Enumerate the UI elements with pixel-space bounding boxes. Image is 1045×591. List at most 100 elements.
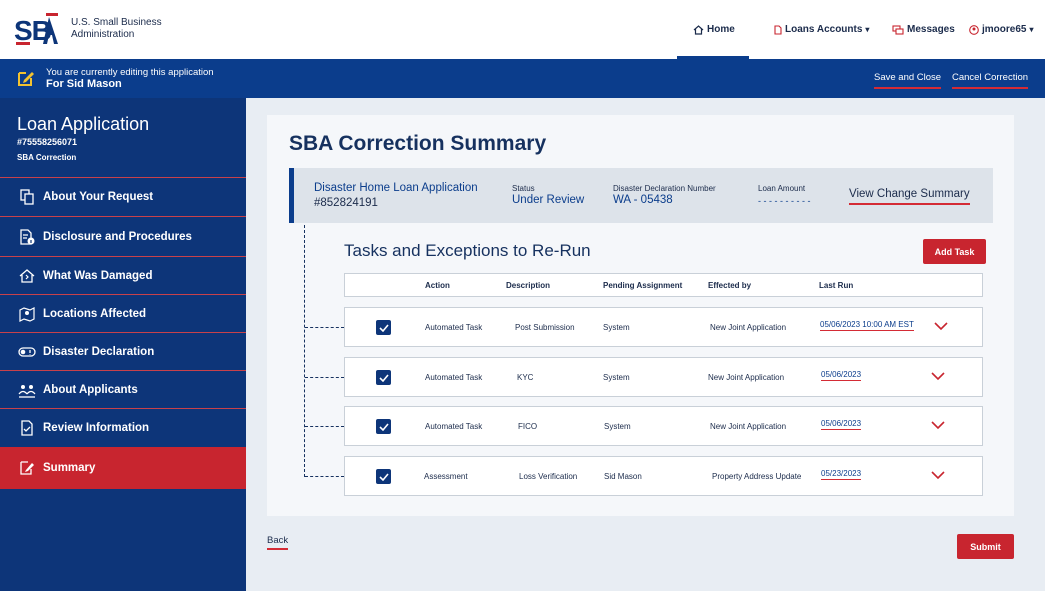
map-pin-icon <box>17 304 37 324</box>
sidebar-item-label: Disaster Declaration <box>43 345 155 358</box>
sidebar-subtitle: SBA Correction <box>17 153 77 162</box>
sidebar-item-label: Review Information <box>43 421 150 434</box>
top-header: SB U.S. Small Business Administration Ho… <box>0 0 1045 59</box>
save-and-close-link[interactable]: Save and Close <box>874 72 942 89</box>
status-value: Under Review <box>512 194 585 206</box>
banner-applicant: For Sid Mason <box>46 78 122 90</box>
tree-connector-line <box>304 225 305 477</box>
tasks-section-title: Tasks and Exceptions to Re-Run <box>344 241 591 260</box>
cell-last-run[interactable]: 05/06/2023 10:00 AM EST <box>820 320 914 331</box>
declaration-value: WA - 05438 <box>613 194 673 206</box>
nav-messages[interactable]: Messages <box>892 24 955 35</box>
sidebar-item-label: Disclosure and Procedures <box>43 230 192 243</box>
user-icon <box>969 24 979 35</box>
loan-amount-label: Loan Amount <box>758 184 806 193</box>
sidebar-item-label: About Applicants <box>43 383 138 396</box>
tree-connector-branch <box>305 476 344 477</box>
copy-icon <box>17 187 37 207</box>
chevron-down-icon[interactable] <box>931 371 945 381</box>
column-header-action: Action <box>425 281 450 290</box>
checkmark-icon <box>378 323 389 332</box>
application-id: #852824191 <box>314 197 378 209</box>
people-icon <box>17 380 37 400</box>
cell-effected-by: New Joint Application <box>708 373 785 382</box>
cell-description: Post Submission <box>515 323 575 332</box>
tasks-table-header: Action Description Pending Assignment Ef… <box>344 273 983 297</box>
correction-summary-card: SBA Correction Summary Disaster Home Loa… <box>267 115 1014 516</box>
nav-home-label: Home <box>707 24 735 35</box>
nav-home[interactable]: Home <box>693 24 735 35</box>
cancel-correction-link[interactable]: Cancel Correction <box>952 72 1029 89</box>
org-name-line2: Administration <box>71 29 135 40</box>
cell-action: Assessment <box>424 472 468 481</box>
document-icon <box>774 24 782 35</box>
application-name: Disaster Home Loan Application <box>314 182 478 194</box>
sidebar-item-disclosure[interactable]: Disclosure and Procedures <box>0 216 246 256</box>
application-info-bar: Disaster Home Loan Application #85282419… <box>289 168 993 223</box>
sidebar-item-label: Locations Affected <box>43 307 147 320</box>
cell-description: KYC <box>517 373 534 382</box>
table-row[interactable]: Automated Task Post Submission System Ne… <box>344 307 983 347</box>
cell-description: FICO <box>518 422 538 431</box>
column-header-effected-by: Effected by <box>708 281 752 290</box>
task-checkbox[interactable] <box>376 419 391 434</box>
cell-description: Loss Verification <box>519 472 578 481</box>
edit-document-icon <box>17 458 37 478</box>
checkmark-icon <box>378 472 389 481</box>
submit-button[interactable]: Submit <box>957 534 1014 559</box>
sba-logo[interactable]: SB U.S. Small Business Administration <box>14 11 181 47</box>
cell-pending: Sid Mason <box>604 472 642 481</box>
sidebar-item-locations-affected[interactable]: Locations Affected <box>0 294 246 332</box>
table-row[interactable]: Automated Task FICO System New Joint App… <box>344 406 983 446</box>
add-task-button[interactable]: Add Task <box>923 239 986 264</box>
chevron-down-icon[interactable] <box>934 321 948 331</box>
house-damage-icon <box>17 266 37 286</box>
org-name-line1: U.S. Small Business <box>71 17 162 28</box>
sidebar-item-disaster-declaration[interactable]: Disaster Declaration <box>0 332 246 370</box>
chevron-down-icon: ▾ <box>865 25 870 34</box>
nav-messages-label: Messages <box>907 24 955 35</box>
sidebar-item-review-information[interactable]: Review Information <box>0 408 246 446</box>
task-checkbox[interactable] <box>376 320 391 335</box>
cell-last-run[interactable]: 05/06/2023 <box>821 419 862 430</box>
tree-connector-branch <box>305 426 344 427</box>
task-checkbox[interactable] <box>376 469 391 484</box>
cell-pending: System <box>603 373 630 382</box>
cell-action: Automated Task <box>425 323 483 332</box>
editing-banner: You are currently editing this applicati… <box>0 59 1045 98</box>
checkmark-icon <box>378 422 389 431</box>
nav-user-label: jmoore65 <box>982 24 1027 35</box>
sidebar-item-what-was-damaged[interactable]: What Was Damaged <box>0 256 246 294</box>
cell-pending: System <box>604 422 631 431</box>
task-checkbox[interactable] <box>376 370 391 385</box>
sba-logo-icon: SB <box>14 13 58 46</box>
sidebar-item-label: What Was Damaged <box>43 269 153 282</box>
banner-message: You are currently editing this applicati… <box>46 67 214 78</box>
edit-pencil-icon <box>18 72 34 86</box>
sidebar-item-label: Summary <box>43 462 96 474</box>
nav-user-menu[interactable]: jmoore65 ▾ <box>969 24 1033 35</box>
column-header-description: Description <box>506 281 551 290</box>
sidebar-item-about-your-request[interactable]: About Your Request <box>0 177 246 216</box>
chevron-down-icon[interactable] <box>931 470 945 480</box>
checkmark-icon <box>378 373 389 382</box>
cell-last-run[interactable]: 05/23/2023 <box>821 469 862 480</box>
sidebar-item-about-applicants[interactable]: About Applicants <box>0 370 246 408</box>
table-row[interactable]: Assessment Loss Verification Sid Mason P… <box>344 456 983 496</box>
cell-effected-by: New Joint Application <box>710 323 787 332</box>
back-link[interactable]: Back <box>267 535 289 550</box>
document-info-icon <box>17 227 37 247</box>
application-number: #75558256071 <box>17 137 78 147</box>
chevron-down-icon[interactable] <box>931 420 945 430</box>
nav-loans-accounts[interactable]: Loans Accounts ▾ <box>774 24 869 35</box>
cell-last-run[interactable]: 05/06/2023 <box>821 370 862 381</box>
tree-connector-branch <box>305 377 344 378</box>
view-change-summary-link[interactable]: View Change Summary <box>849 188 970 205</box>
column-header-last-run: Last Run <box>819 281 854 290</box>
nav-loans-label: Loans Accounts <box>785 24 863 35</box>
cell-action: Automated Task <box>425 373 483 382</box>
sidebar-item-summary[interactable]: Summary <box>0 447 246 489</box>
chevron-down-icon: ▾ <box>1029 25 1034 34</box>
messages-icon <box>892 24 904 35</box>
table-row[interactable]: Automated Task KYC System New Joint Appl… <box>344 357 983 397</box>
